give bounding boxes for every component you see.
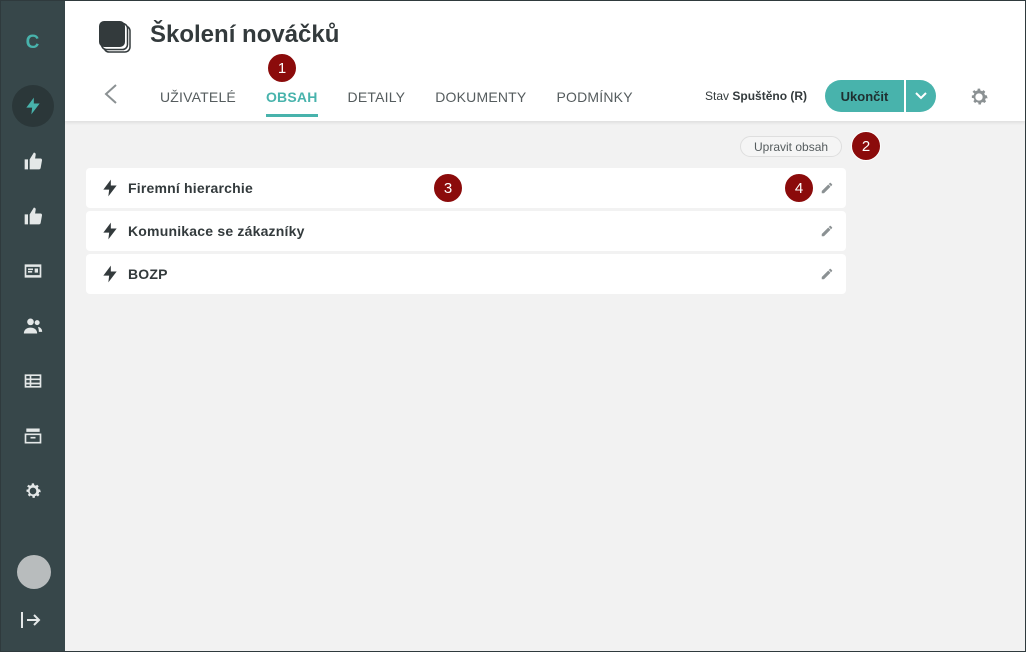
page-title: Školení nováčků [150,21,340,48]
annotation-badge-4: 4 [784,173,814,203]
users-icon [23,318,43,334]
lightning-icon [26,97,40,115]
back-button[interactable] [103,83,119,105]
header: Školení nováčků UŽIVATELÉ OBSAH DETAILY … [65,1,1025,121]
sidebar: C [0,0,65,652]
pencil-icon[interactable] [820,267,834,281]
archive-icon [24,428,42,444]
sidebar-item-id-card[interactable] [12,250,54,292]
chevron-left-icon [104,84,117,104]
status-prefix: Stav [705,89,730,103]
lightning-icon [100,178,120,198]
sidebar-item-settings[interactable] [12,470,54,512]
course-icon [99,21,131,53]
tab-bar: UŽIVATELÉ OBSAH DETAILY DOKUMENTY PODMÍN… [160,89,663,117]
tab-users[interactable]: UŽIVATELÉ [160,89,236,117]
thumbs-up-icon [24,207,43,225]
end-button[interactable]: Ukončit [825,80,904,112]
pencil-icon[interactable] [820,224,834,238]
list-item-label: BOZP [128,266,168,282]
sidebar-item-table[interactable] [12,360,54,402]
app-logo[interactable]: C [0,32,65,54]
list-item[interactable]: Firemní hierarchie [86,168,846,208]
sidebar-item-users[interactable] [12,305,54,347]
tab-details[interactable]: DETAILY [348,89,406,117]
list-item-label: Komunikace se zákazníky [128,223,305,239]
list-item-label: Firemní hierarchie [128,180,253,196]
sidebar-item-thumbs-up-1[interactable] [12,140,54,182]
chevron-down-icon [915,92,927,100]
id-card-icon [24,264,42,278]
edit-content-button[interactable]: Upravit obsah [740,136,843,157]
list-item[interactable]: BOZP [86,254,846,294]
avatar[interactable] [17,555,51,589]
end-dropdown-button[interactable] [905,80,936,112]
sidebar-item-thumbs-up-2[interactable] [12,195,54,237]
table-icon [24,374,42,388]
status-text: Stav Spuštěno (R) [705,89,807,103]
pencil-icon[interactable] [820,181,834,195]
tab-conditions[interactable]: PODMÍNKY [556,89,632,117]
annotation-badge-1: 1 [267,53,297,83]
status-value: Spuštěno (R) [732,89,808,103]
collapse-sidebar-button[interactable] [20,610,42,630]
sidebar-item-archive[interactable] [12,415,54,457]
lightning-icon [100,221,120,241]
list-item[interactable]: Komunikace se zákazníky [86,211,846,251]
end-button-group: Ukončit [825,80,936,112]
lightning-icon [100,264,120,284]
collapse-icon [21,612,41,628]
settings-button[interactable] [968,86,990,108]
content-list: Firemní hierarchie Komunikace se zákazní… [86,168,846,297]
gear-icon [26,483,41,498]
tab-content[interactable]: OBSAH [265,89,318,117]
sidebar-item-lightning[interactable] [12,85,54,127]
thumbs-up-icon [24,152,43,170]
annotation-badge-2: 2 [851,131,881,161]
gear-icon [971,88,988,105]
tab-documents[interactable]: DOKUMENTY [435,89,526,117]
annotation-badge-3: 3 [433,173,463,203]
